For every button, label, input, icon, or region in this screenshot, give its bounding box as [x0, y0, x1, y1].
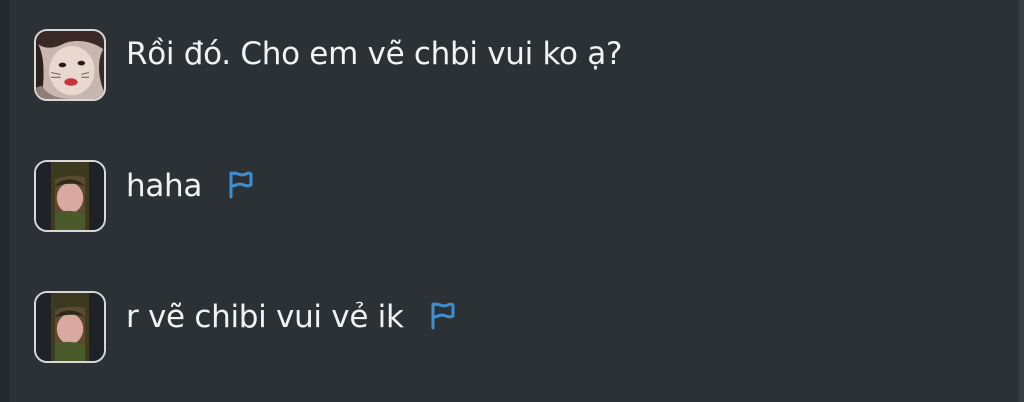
flag-icon[interactable]	[428, 301, 456, 331]
chat-panel: Rồi đó. Cho em vẽ chbi vui ko ạ? haha r …	[0, 0, 1024, 402]
right-border	[1019, 0, 1024, 402]
message-text-content: r vẽ chibi vui vẻ ik	[126, 299, 404, 335]
chat-message: Rồi đó. Cho em vẽ chbi vui ko ạ?	[34, 29, 622, 105]
flag-icon[interactable]	[226, 170, 254, 200]
message-text-content: haha	[126, 168, 203, 204]
chat-message: r vẽ chibi vui vẻ ik	[34, 291, 456, 367]
chat-message: haha	[34, 160, 254, 236]
message-text: Rồi đó. Cho em vẽ chbi vui ko ạ?	[126, 36, 623, 72]
message-text: haha	[126, 170, 254, 202]
left-border	[0, 0, 9, 402]
user-avatar-girl-icon[interactable]	[34, 29, 106, 101]
message-text: r vẽ chibi vui vẻ ik	[126, 301, 456, 333]
user-avatar-photo-icon[interactable]	[34, 160, 106, 232]
user-avatar-photo-icon[interactable]	[34, 291, 106, 363]
